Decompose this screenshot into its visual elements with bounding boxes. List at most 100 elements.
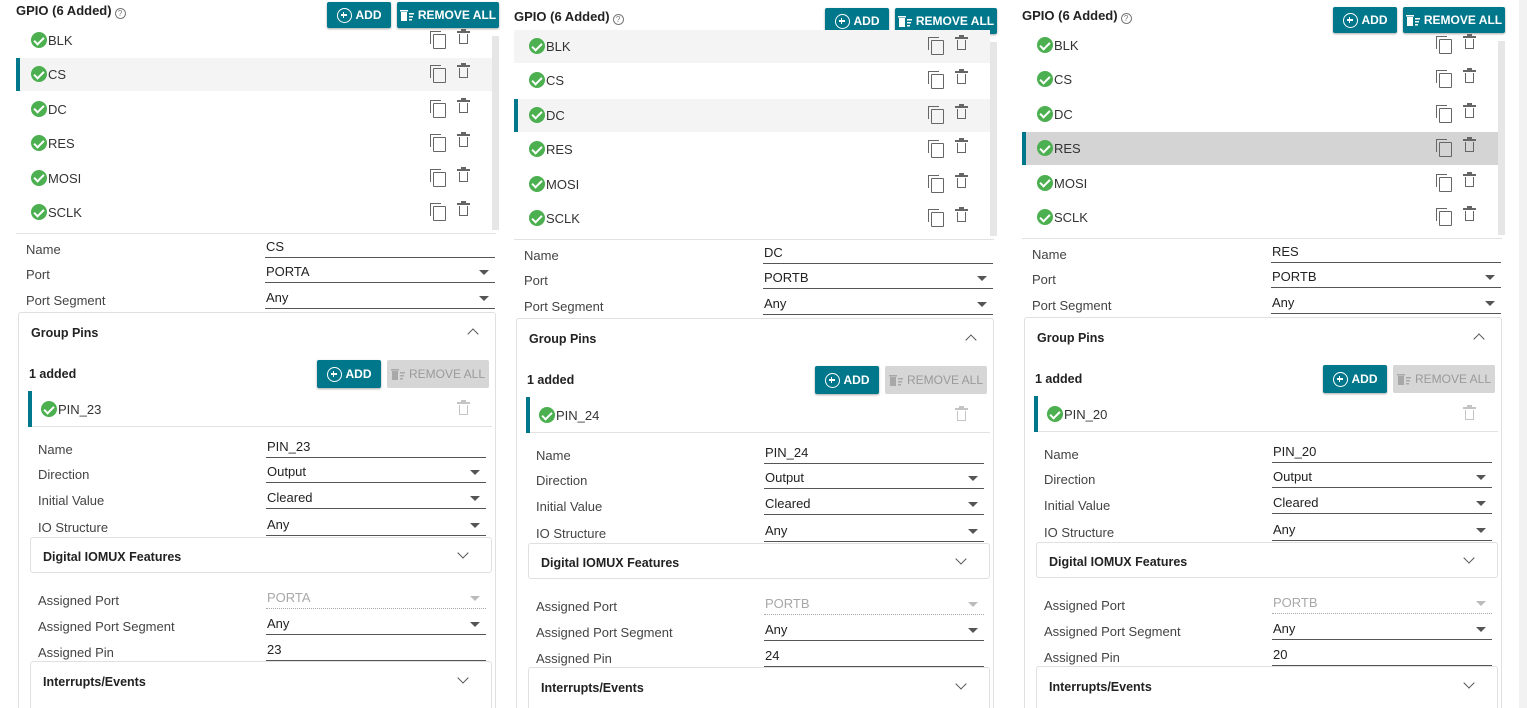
gpio-list-item[interactable]: RES — [16, 127, 492, 160]
gpio-list-scrollbar[interactable] — [492, 36, 499, 230]
gpio-list-item[interactable]: DC — [1022, 98, 1498, 131]
port-segment-select[interactable]: Any — [265, 289, 495, 309]
port-segment-select[interactable]: Any — [763, 295, 993, 315]
trash-icon[interactable] — [955, 406, 968, 421]
pin-name-input[interactable]: PIN_24 — [764, 444, 984, 464]
pin-list-item[interactable]: PIN_24 — [526, 397, 990, 433]
pin-io-structure-select[interactable]: Any — [266, 516, 486, 536]
trash-icon[interactable] — [1463, 171, 1476, 187]
page-scrollbar[interactable] — [1519, 0, 1527, 708]
pin-direction-select[interactable]: Output — [266, 463, 486, 483]
copy-icon[interactable] — [1436, 104, 1452, 123]
pin-name-input[interactable]: PIN_20 — [1272, 443, 1492, 463]
gpio-list-item[interactable]: CS — [514, 64, 990, 97]
copy-icon[interactable] — [928, 37, 944, 55]
gpio-list-item[interactable]: SCLK — [16, 196, 492, 229]
name-input[interactable]: CS — [265, 238, 495, 258]
gpio-list-item[interactable]: MOSI — [1022, 167, 1498, 200]
copy-icon[interactable] — [928, 174, 944, 193]
copy-icon[interactable] — [430, 31, 446, 49]
trash-icon[interactable] — [955, 207, 968, 222]
remove-all-pins-button[interactable]: REMOVE ALL — [1393, 365, 1495, 393]
gpio-list-item[interactable]: RES — [1022, 132, 1498, 166]
copy-icon[interactable] — [430, 203, 446, 221]
pin-list-item[interactable]: PIN_20 — [1034, 396, 1498, 432]
trash-icon[interactable] — [1463, 206, 1476, 221]
copy-icon[interactable] — [1436, 139, 1452, 158]
copy-icon[interactable] — [1436, 36, 1452, 54]
trash-icon[interactable] — [457, 97, 470, 113]
copy-icon[interactable] — [430, 134, 446, 153]
pin-direction-select[interactable]: Output — [764, 469, 984, 489]
port-select[interactable]: PORTB — [763, 269, 993, 289]
trash-icon[interactable] — [457, 63, 470, 79]
copy-icon[interactable] — [928, 71, 944, 90]
trash-icon[interactable] — [1463, 405, 1476, 420]
trash-icon[interactable] — [1463, 102, 1476, 118]
gpio-list-item[interactable]: RES — [514, 133, 990, 166]
gpio-list-scrollbar[interactable] — [1498, 41, 1505, 235]
gpio-list-item[interactable]: SCLK — [514, 202, 990, 235]
trash-icon[interactable] — [457, 201, 470, 216]
remove-all-pins-button[interactable]: REMOVE ALL — [885, 366, 987, 394]
trash-icon[interactable] — [457, 400, 470, 415]
copy-icon[interactable] — [928, 140, 944, 159]
assigned-port-segment-select[interactable]: Any — [266, 615, 486, 635]
name-input[interactable]: RES — [1271, 243, 1501, 263]
add-pin-button[interactable]: ADD — [1323, 365, 1387, 393]
gpio-list-item[interactable]: BLK — [1022, 29, 1498, 62]
copy-icon[interactable] — [1436, 70, 1452, 89]
assigned-port-segment-select[interactable]: Any — [1272, 620, 1492, 640]
copy-icon[interactable] — [1436, 208, 1452, 226]
trash-icon[interactable] — [955, 138, 968, 154]
copy-icon[interactable] — [928, 209, 944, 227]
trash-icon[interactable] — [457, 132, 470, 148]
trash-icon[interactable] — [955, 103, 968, 119]
help-icon[interactable]: ? — [114, 8, 126, 19]
gpio-list-item[interactable]: DC — [16, 93, 492, 126]
gpio-list-item[interactable]: CS — [1022, 63, 1498, 96]
gpio-list-item[interactable]: BLK — [514, 30, 990, 63]
copy-icon[interactable] — [1436, 173, 1452, 192]
copy-icon[interactable] — [928, 105, 944, 124]
assigned-pin-input[interactable]: 23 — [266, 641, 486, 661]
pin-name-input[interactable]: PIN_23 — [266, 438, 486, 458]
trash-icon[interactable] — [1463, 68, 1476, 84]
gpio-list-scrollbar[interactable] — [990, 42, 997, 236]
pin-initial-value-select[interactable]: Cleared — [266, 489, 486, 509]
add-pin-button[interactable]: ADD — [317, 360, 381, 388]
port-select[interactable]: PORTA — [265, 263, 495, 283]
copy-icon[interactable] — [430, 65, 446, 84]
trash-icon[interactable] — [457, 29, 470, 44]
pin-io-structure-select[interactable]: Any — [1272, 521, 1492, 541]
gpio-list-item[interactable]: DC — [514, 98, 990, 132]
pin-io-structure-select[interactable]: Any — [764, 522, 984, 542]
trash-icon[interactable] — [955, 35, 968, 50]
gpio-list-item[interactable]: MOSI — [514, 168, 990, 201]
assigned-pin-input[interactable]: 24 — [764, 647, 984, 667]
gpio-list-item[interactable]: CS — [16, 58, 492, 92]
pin-direction-select[interactable]: Output — [1272, 468, 1492, 488]
add-pin-button[interactable]: ADD — [815, 366, 879, 394]
remove-all-pins-button[interactable]: REMOVE ALL — [387, 360, 489, 388]
help-icon[interactable]: ? — [1120, 13, 1132, 24]
gpio-list-item[interactable]: SCLK — [1022, 201, 1498, 234]
copy-icon[interactable] — [430, 168, 446, 187]
gpio-list-item[interactable]: MOSI — [16, 162, 492, 195]
help-icon[interactable]: ? — [612, 14, 624, 25]
trash-icon[interactable] — [955, 172, 968, 188]
trash-icon[interactable] — [955, 69, 968, 85]
pin-initial-value-select[interactable]: Cleared — [1272, 494, 1492, 514]
gpio-list-item[interactable]: BLK — [16, 24, 492, 57]
pin-initial-value-select[interactable]: Cleared — [764, 495, 984, 515]
trash-icon[interactable] — [1463, 34, 1476, 49]
assigned-port-segment-select[interactable]: Any — [764, 621, 984, 641]
port-select[interactable]: PORTB — [1271, 268, 1501, 288]
trash-icon[interactable] — [1463, 137, 1476, 153]
name-input[interactable]: DC — [763, 244, 993, 264]
copy-icon[interactable] — [430, 99, 446, 118]
port-segment-select[interactable]: Any — [1271, 294, 1501, 314]
trash-icon[interactable] — [457, 166, 470, 182]
assigned-pin-input[interactable]: 20 — [1272, 646, 1492, 666]
pin-list-item[interactable]: PIN_23 — [28, 391, 492, 427]
